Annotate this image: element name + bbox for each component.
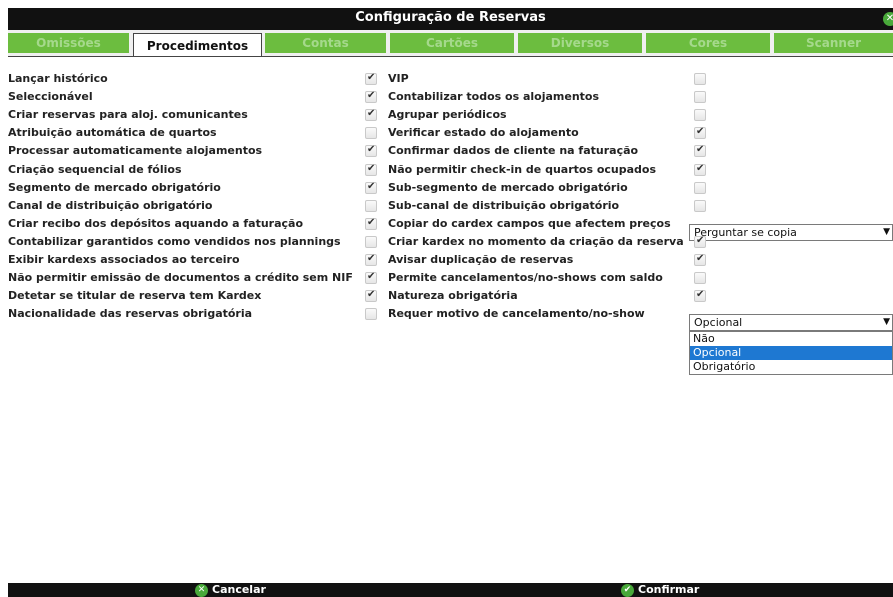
right-option-checkbox[interactable]	[694, 163, 706, 176]
left-option-label: Canal de distribuição obrigatório	[8, 199, 213, 212]
tab-diversos[interactable]: Diversos	[518, 33, 642, 53]
tab-contas[interactable]: Contas	[265, 33, 386, 53]
tab-scanner[interactable]: Scanner	[774, 33, 893, 53]
check-icon: ✔	[621, 583, 634, 597]
left-option-label: Criar reservas para aloj. comunicantes	[8, 108, 248, 121]
motivo-option-opcional[interactable]: Opcional	[690, 346, 892, 360]
right-option-label: Permite cancelamentos/no-shows com saldo	[388, 271, 663, 284]
chevron-down-icon: ▼	[883, 227, 890, 237]
left-option-checkbox[interactable]	[365, 271, 377, 284]
left-option-label: Não permitir emissão de documentos a cré…	[8, 271, 353, 284]
right-option-checkbox[interactable]	[694, 200, 706, 212]
right-option-label: VIP	[388, 72, 409, 85]
copy-cardex-select-value: Perguntar se copia	[694, 226, 797, 239]
right-option-label: Contabilizar todos os alojamentos	[388, 90, 600, 103]
left-option-checkbox[interactable]	[365, 90, 377, 103]
footer-bar: ✕ Cancelar ✔ Confirmar	[8, 583, 893, 597]
right-option-label: Sub-canal de distribuição obrigatório	[388, 199, 620, 212]
left-option-checkbox[interactable]	[365, 181, 377, 194]
right-option-checkbox[interactable]	[694, 144, 706, 157]
left-option-checkbox[interactable]	[365, 289, 377, 302]
right-option-label: Avisar duplicação de reservas	[388, 253, 574, 266]
tab-bar: Omissões Procedimentos Contas Cartões Di…	[8, 30, 893, 58]
right-option-label: Copiar do cardex campos que afectem preç…	[388, 217, 671, 230]
left-option-checkbox[interactable]	[365, 253, 377, 266]
left-option-label: Lançar histórico	[8, 72, 108, 85]
right-option-label: Criar kardex no momento da criação da re…	[388, 235, 684, 248]
left-option-label: Contabilizar garantidos como vendidos no…	[8, 235, 341, 248]
procedimentos-panel: Perguntar se copia ▼ Opcional ▼ Lançar h…	[8, 57, 893, 583]
left-option-label: Processar automaticamente alojamentos	[8, 144, 263, 157]
left-option-label: Seleccionável	[8, 90, 93, 103]
left-option-checkbox[interactable]	[365, 200, 377, 212]
right-option-checkbox[interactable]	[694, 289, 706, 302]
right-option-label: Sub-segmento de mercado obrigatório	[388, 181, 628, 194]
left-option-checkbox[interactable]	[365, 72, 377, 85]
left-option-label: Nacionalidade das reservas obrigatória	[8, 307, 253, 320]
left-option-label: Atribuição automática de quartos	[8, 126, 217, 139]
right-option-label: Requer motivo de cancelamento/no-show	[388, 307, 645, 320]
right-option-checkbox[interactable]	[694, 73, 706, 85]
left-option-checkbox[interactable]	[365, 144, 377, 157]
cancel-label: Cancelar	[212, 583, 266, 596]
tab-procedimentos[interactable]: Procedimentos	[133, 33, 262, 58]
left-option-label: Exibir kardexs associados ao terceiro	[8, 253, 240, 266]
window-title: Configuração de Reservas	[355, 10, 546, 25]
right-option-checkbox[interactable]	[694, 235, 706, 248]
left-option-checkbox[interactable]	[365, 308, 377, 320]
motivo-select[interactable]: Opcional ▼	[689, 314, 893, 331]
left-option-checkbox[interactable]	[365, 163, 377, 176]
right-option-label: Agrupar periódicos	[388, 108, 507, 121]
right-option-checkbox[interactable]	[694, 126, 706, 139]
tab-cores[interactable]: Cores	[646, 33, 770, 53]
left-option-checkbox[interactable]	[365, 236, 377, 248]
motivo-select-value: Opcional	[694, 316, 743, 329]
motivo-option-nao[interactable]: Não	[690, 332, 892, 346]
right-option-label: Não permitir check-in de quartos ocupado…	[388, 163, 657, 176]
left-option-label: Segmento de mercado obrigatório	[8, 181, 221, 194]
close-icon[interactable]: ✕	[883, 12, 893, 26]
right-option-label: Natureza obrigatória	[388, 289, 518, 302]
right-option-label: Verificar estado do alojamento	[388, 126, 579, 139]
left-option-label: Criação sequencial de fólios	[8, 163, 182, 176]
motivo-option-obrigatorio[interactable]: Obrigatório	[690, 360, 892, 374]
left-option-label: Criar recibo dos depósitos aquando a fat…	[8, 217, 304, 230]
confirm-button[interactable]: ✔ Confirmar	[621, 583, 699, 597]
right-option-checkbox[interactable]	[694, 253, 706, 266]
title-bar: Configuração de Reservas ✕	[8, 8, 893, 30]
right-option-checkbox[interactable]	[694, 272, 706, 284]
cancel-button[interactable]: ✕ Cancelar	[195, 583, 266, 597]
right-option-label: Confirmar dados de cliente na faturação	[388, 144, 639, 157]
left-option-label: Detetar se titular de reserva tem Kardex	[8, 289, 262, 302]
left-option-checkbox[interactable]	[365, 108, 377, 121]
left-option-checkbox[interactable]	[365, 127, 377, 139]
copy-cardex-select[interactable]: Perguntar se copia ▼	[689, 224, 893, 241]
confirm-label: Confirmar	[638, 583, 700, 596]
left-option-checkbox[interactable]	[365, 217, 377, 230]
right-option-checkbox[interactable]	[694, 109, 706, 121]
motivo-dropdown-list: Não Opcional Obrigatório	[689, 331, 893, 375]
right-option-checkbox[interactable]	[694, 91, 706, 103]
right-option-checkbox[interactable]	[694, 182, 706, 194]
cancel-icon: ✕	[195, 583, 208, 597]
tab-cartoes[interactable]: Cartões	[390, 33, 514, 53]
chevron-down-icon: ▼	[883, 317, 890, 327]
tab-omissoes[interactable]: Omissões	[8, 33, 129, 53]
